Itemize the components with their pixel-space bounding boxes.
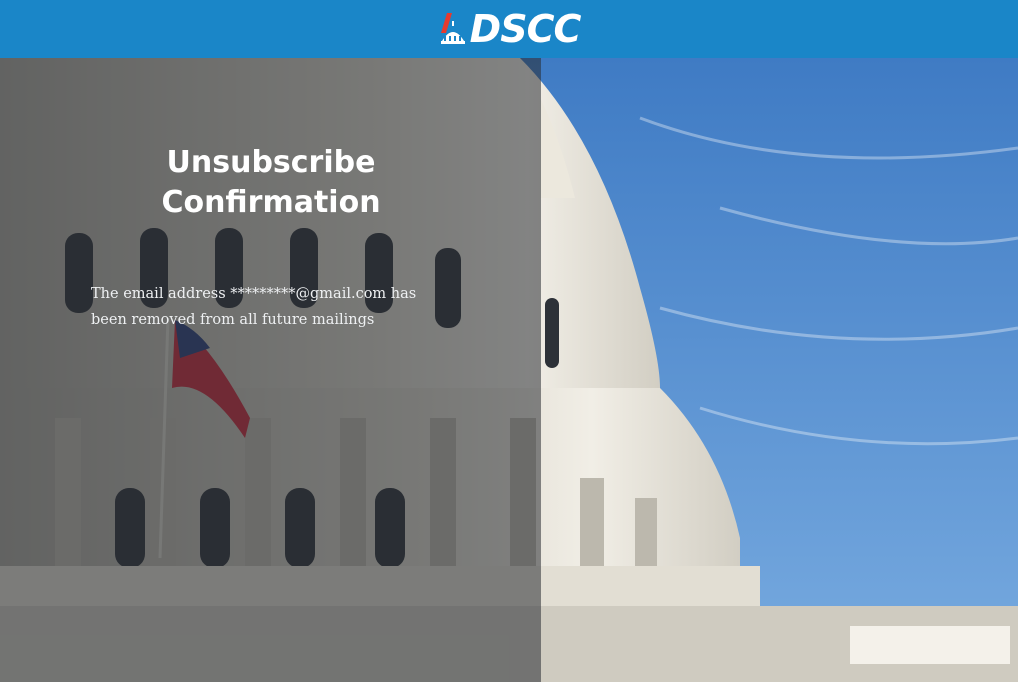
page-title: Unsubscribe Confirmation: [91, 143, 451, 223]
title-line-2: Confirmation: [161, 185, 381, 220]
capitol-dome-icon: [440, 13, 465, 44]
site-header: DSCC: [0, 0, 1018, 58]
title-line-1: Unsubscribe: [166, 145, 376, 180]
unsubscribe-message: The email address *********@gmail.com ha…: [91, 285, 417, 328]
logo-wordmark: DSCC: [469, 7, 582, 51]
dscc-logo[interactable]: DSCC: [438, 10, 581, 48]
